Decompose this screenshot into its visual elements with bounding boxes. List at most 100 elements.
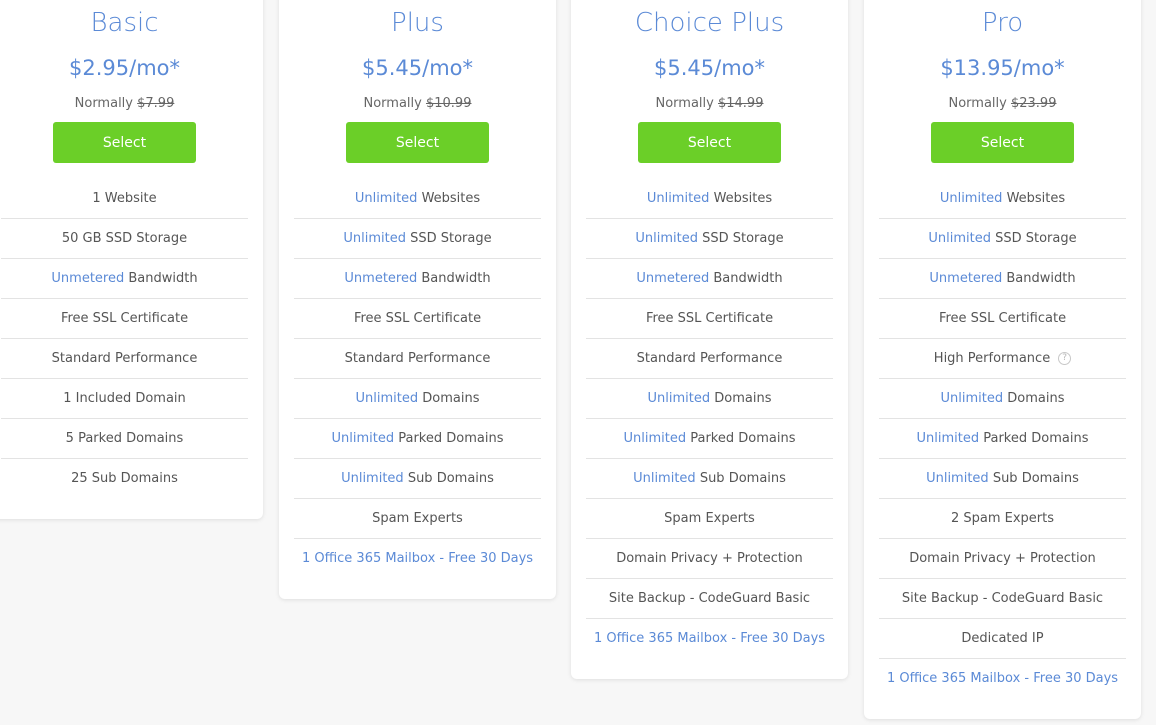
feature-item: Unlimited Parked Domains bbox=[294, 419, 541, 459]
feature-item: 5 Parked Domains bbox=[1, 419, 248, 459]
feature-text: SSD Storage bbox=[697, 231, 784, 246]
feature-text: 1 Website bbox=[92, 191, 157, 206]
original-price: $23.99 bbox=[1010, 96, 1057, 111]
feature-item[interactable]: 1 Office 365 Mailbox - Free 30 Days bbox=[586, 619, 833, 659]
feature-text: Free SSL Certificate bbox=[353, 311, 482, 326]
feature-highlight: Unlimited bbox=[939, 191, 1003, 206]
feature-text: Bandwidth bbox=[124, 271, 198, 286]
feature-text: Standard Performance bbox=[51, 351, 198, 366]
feature-item: 50 GB SSD Storage bbox=[1, 219, 248, 259]
feature-highlight: Unmetered bbox=[636, 271, 710, 286]
feature-text: Domains bbox=[418, 391, 480, 406]
feature-highlight: Unlimited bbox=[343, 231, 406, 246]
feature-text: Spam Experts bbox=[664, 511, 755, 526]
feature-highlight: Unlimited bbox=[355, 391, 419, 406]
original-price: $10.99 bbox=[425, 96, 472, 111]
feature-text: SSD Storage bbox=[405, 231, 492, 246]
feature-item: 1 Included Domain bbox=[1, 379, 248, 419]
feature-highlight: Unlimited bbox=[646, 191, 710, 206]
normal-price: Normally $7.99 bbox=[74, 96, 175, 111]
feature-item[interactable]: 1 Office 365 Mailbox - Free 30 Days bbox=[294, 539, 541, 579]
plan-name: Choice Plus bbox=[634, 8, 785, 38]
feature-text: Domain Privacy + Protection bbox=[616, 551, 803, 566]
feature-highlight: Unmetered bbox=[344, 271, 418, 286]
feature-highlight: Unlimited bbox=[928, 231, 991, 246]
feature-highlight: Unlimited bbox=[341, 471, 404, 486]
feature-text: Websites bbox=[709, 191, 773, 206]
feature-list: 1 Website 50 GB SSD Storage Unmetered Band… bbox=[1, 179, 248, 519]
feature-text: Websites bbox=[417, 191, 481, 206]
feature-item[interactable]: 1 Office 365 Mailbox - Free 30 Days bbox=[879, 659, 1126, 699]
feature-item: High Performance? bbox=[879, 339, 1126, 379]
plan-price: $13.95/mo* bbox=[940, 56, 1065, 80]
feature-item: Unlimited Parked Domains bbox=[879, 419, 1126, 459]
feature-text: Bandwidth bbox=[709, 271, 783, 286]
feature-text: Bandwidth bbox=[417, 271, 491, 286]
feature-text: Domains bbox=[1003, 391, 1065, 406]
feature-text: Free SSL Certificate bbox=[938, 311, 1067, 326]
feature-item: Unmetered Bandwidth bbox=[586, 259, 833, 299]
feature-item: Unmetered Bandwidth bbox=[879, 259, 1126, 299]
feature-item: Unlimited Sub Domains bbox=[586, 459, 833, 499]
select-basic-button[interactable]: Select bbox=[53, 122, 196, 163]
plan-price: $5.45/mo* bbox=[654, 56, 765, 80]
feature-highlight: Unlimited bbox=[916, 431, 980, 446]
office365-offer-link[interactable]: 1 Office 365 Mailbox - Free 30 Days bbox=[887, 671, 1118, 686]
plan-card-basic: Basic $2.95/mo* Normally $7.99 Select 1 … bbox=[0, 0, 263, 519]
feature-item: Unlimited Websites bbox=[586, 179, 833, 219]
feature-text: Parked Domains bbox=[686, 431, 796, 446]
select-pro-button[interactable]: Select bbox=[931, 122, 1074, 163]
feature-item: Unlimited SSD Storage bbox=[294, 219, 541, 259]
plan-name: Basic bbox=[90, 8, 159, 38]
normal-price: Normally $10.99 bbox=[363, 96, 472, 111]
feature-text: Free SSL Certificate bbox=[645, 311, 774, 326]
help-icon[interactable]: ? bbox=[1058, 352, 1072, 365]
feature-item: Unlimited Websites bbox=[294, 179, 541, 219]
feature-text: SSD Storage bbox=[990, 231, 1077, 246]
plan-card-choice-plus: Choice Plus $5.45/mo* Normally $14.99 Se… bbox=[571, 0, 848, 679]
feature-item: Unlimited Sub Domains bbox=[294, 459, 541, 499]
feature-item: Unlimited Domains bbox=[586, 379, 833, 419]
feature-list: Unlimited Websites Unlimited SSD Storage U… bbox=[294, 179, 541, 599]
feature-item: Standard Performance bbox=[586, 339, 833, 379]
original-price: $14.99 bbox=[717, 96, 764, 111]
select-choice-plus-button[interactable]: Select bbox=[638, 122, 781, 163]
feature-highlight: Unmetered bbox=[929, 271, 1003, 286]
feature-text: 1 Included Domain bbox=[63, 391, 186, 406]
feature-text: Sub Domains bbox=[403, 471, 494, 486]
office365-offer-link[interactable]: 1 Office 365 Mailbox - Free 30 Days bbox=[594, 631, 825, 646]
feature-highlight: Unlimited bbox=[940, 391, 1004, 406]
feature-highlight: Unlimited bbox=[354, 191, 418, 206]
feature-item: Free SSL Certificate bbox=[1, 299, 248, 339]
office365-offer-link[interactable]: 1 Office 365 Mailbox - Free 30 Days bbox=[302, 551, 533, 566]
feature-item: Unlimited Websites bbox=[879, 179, 1126, 219]
feature-text: 50 GB SSD Storage bbox=[61, 231, 188, 246]
feature-item: Free SSL Certificate bbox=[879, 299, 1126, 339]
feature-list: Unlimited Websites Unlimited SSD Storage U… bbox=[586, 179, 833, 679]
feature-text: Free SSL Certificate bbox=[60, 311, 189, 326]
feature-text: Dedicated IP bbox=[961, 631, 1044, 646]
feature-highlight: Unmetered bbox=[51, 271, 125, 286]
feature-item: Unmetered Bandwidth bbox=[294, 259, 541, 299]
feature-text: Sub Domains bbox=[695, 471, 786, 486]
feature-text: Site Backup - CodeGuard Basic bbox=[901, 591, 1104, 606]
feature-highlight: Unlimited bbox=[926, 471, 989, 486]
feature-text: High Performance bbox=[933, 351, 1051, 366]
feature-item: Free SSL Certificate bbox=[586, 299, 833, 339]
feature-text: Site Backup - CodeGuard Basic bbox=[608, 591, 811, 606]
feature-text: Domain Privacy + Protection bbox=[909, 551, 1096, 566]
feature-text: 2 Spam Experts bbox=[950, 511, 1055, 526]
feature-item: Domain Privacy + Protection bbox=[879, 539, 1126, 579]
feature-highlight: Unlimited bbox=[623, 431, 687, 446]
select-plus-button[interactable]: Select bbox=[346, 122, 489, 163]
feature-item: Dedicated IP bbox=[879, 619, 1126, 659]
feature-text: Standard Performance bbox=[636, 351, 783, 366]
feature-text: Domains bbox=[710, 391, 772, 406]
feature-item: Domain Privacy + Protection bbox=[586, 539, 833, 579]
plan-name: Pro bbox=[981, 8, 1024, 38]
feature-item: Site Backup - CodeGuard Basic bbox=[586, 579, 833, 619]
feature-item: Standard Performance bbox=[1, 339, 248, 379]
plan-card-plus: Plus $5.45/mo* Normally $10.99 Select Un… bbox=[279, 0, 556, 599]
normal-price: Normally $14.99 bbox=[655, 96, 764, 111]
feature-item: Spam Experts bbox=[294, 499, 541, 539]
